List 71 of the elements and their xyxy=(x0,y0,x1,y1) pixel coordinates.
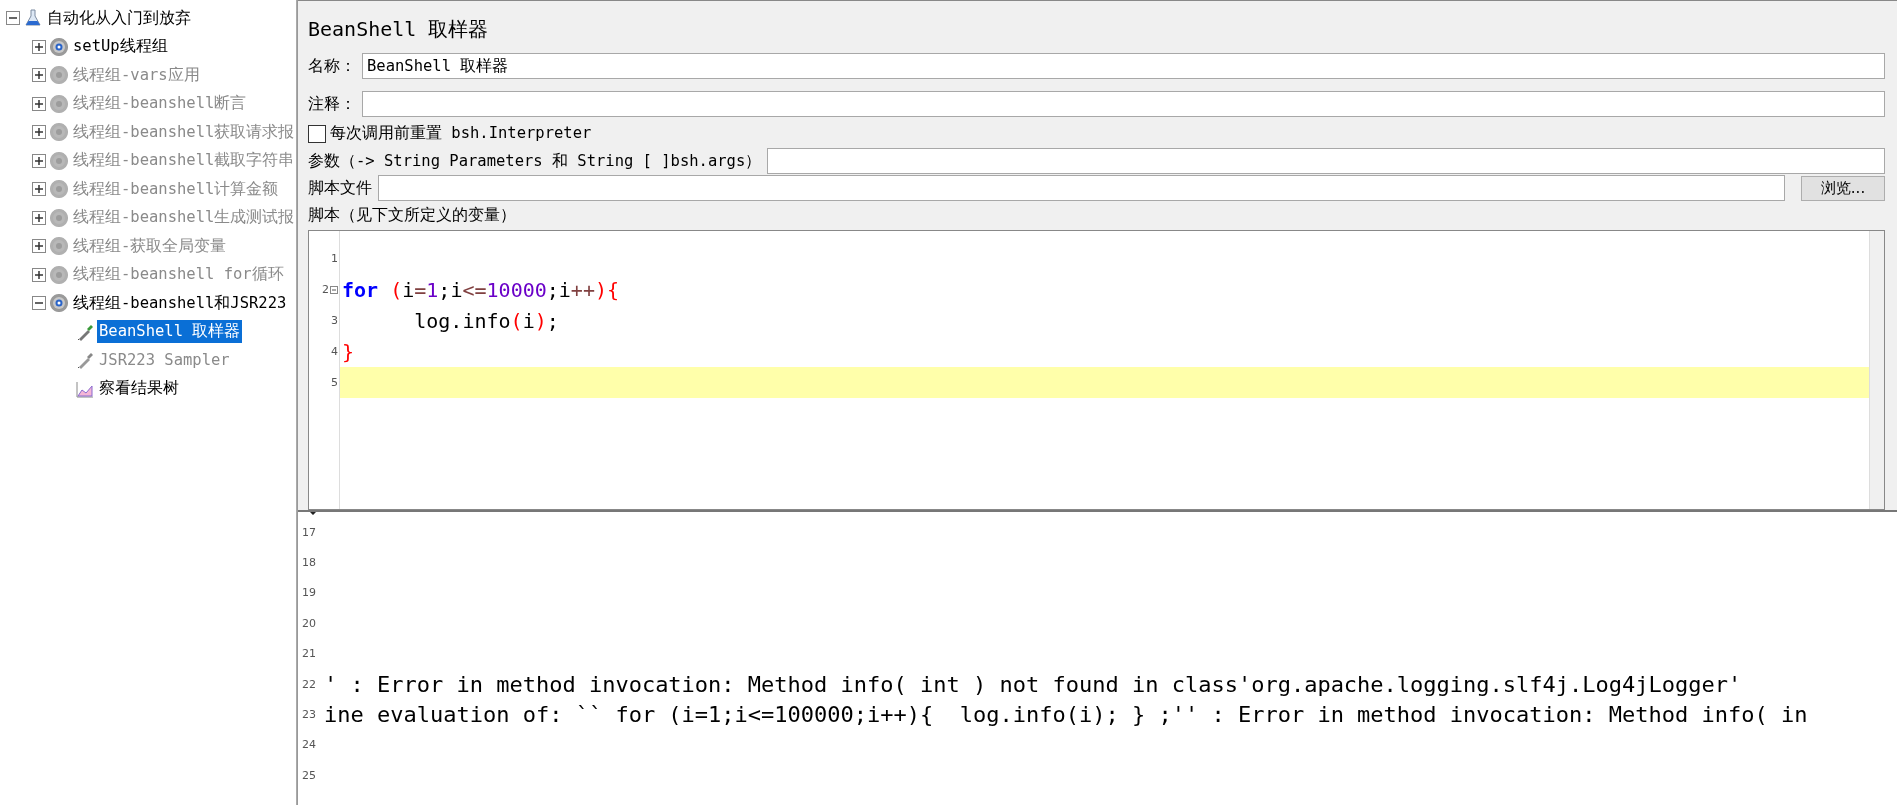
gear-icon xyxy=(50,37,68,56)
line-number: 23 xyxy=(301,708,317,722)
line-number: 5 xyxy=(331,376,338,389)
tree-item[interactable]: 线程组-beanshell for循环 xyxy=(71,263,286,287)
log-line: ' : Error in method invocation: Method info( int ) not found in class'org.apache.logging.slf4j.Log4jLogger' xyxy=(324,671,1742,697)
expand-icon[interactable] xyxy=(32,182,46,197)
code-line: log.info(i); xyxy=(413,308,559,333)
flask-icon xyxy=(24,9,42,28)
tree-item[interactable]: 察看结果树 xyxy=(97,377,181,401)
gear-icon xyxy=(50,208,68,227)
expand-icon[interactable] xyxy=(32,210,46,225)
gear-icon xyxy=(50,123,68,142)
line-number: 22 xyxy=(301,677,317,691)
gear-icon xyxy=(50,294,68,313)
expand-icon[interactable] xyxy=(32,96,46,111)
tree-item[interactable]: 线程组-vars应用 xyxy=(71,63,202,87)
collapse-icon[interactable] xyxy=(6,11,20,26)
gear-icon xyxy=(50,151,68,170)
chart-icon xyxy=(76,379,94,398)
gear-icon xyxy=(50,237,68,256)
line-number: 24 xyxy=(301,738,317,752)
comment-field[interactable] xyxy=(362,91,1885,117)
field-label: 注释： xyxy=(308,93,356,115)
tree-item[interactable]: JSR223 Sampler xyxy=(97,350,232,371)
section-label: 脚本（见下文所定义的变量） xyxy=(308,205,517,226)
gear-icon xyxy=(50,66,68,85)
gear-icon xyxy=(50,265,68,284)
line-number: 18 xyxy=(301,556,317,570)
name-field[interactable]: BeanShell 取样器 xyxy=(362,53,1885,79)
expand-icon[interactable] xyxy=(32,125,46,140)
line-number: 21 xyxy=(301,647,317,661)
fold-icon[interactable] xyxy=(330,285,338,294)
tree-item[interactable]: 线程组-beanshell获取请求报 xyxy=(71,120,296,144)
code-line: } xyxy=(342,339,355,364)
checkbox-label: 每次调用前重置 bsh.Interpreter xyxy=(330,123,592,144)
expand-icon[interactable] xyxy=(32,153,46,168)
code-line: for (i=1;i<=10000;i++){ xyxy=(342,277,620,302)
checkbox[interactable] xyxy=(308,124,326,143)
field-label: 脚本文件 xyxy=(308,177,372,199)
line-number: 3 xyxy=(331,314,338,327)
collapse-icon[interactable] xyxy=(32,296,46,311)
gear-icon xyxy=(50,94,68,113)
expand-icon[interactable] xyxy=(32,39,46,54)
tree-item[interactable]: BeanShell 取样器 xyxy=(97,320,243,344)
expand-icon[interactable] xyxy=(32,68,46,83)
tree-item[interactable]: 线程组-beanshell和JSR223 xyxy=(71,291,289,315)
panel-title: BeanShell 取样器 xyxy=(308,15,490,43)
tree-item[interactable]: 线程组-beanshell计算金额 xyxy=(71,177,281,201)
script-file-field[interactable] xyxy=(378,175,1785,201)
line-number: 20 xyxy=(301,616,317,630)
tree-item[interactable]: 自动化从入门到放弃 xyxy=(45,6,193,30)
tree-item[interactable]: 线程组-beanshell截取字符串 xyxy=(71,149,296,173)
parameters-field[interactable] xyxy=(767,148,1885,174)
scrollbar[interactable] xyxy=(1869,231,1884,509)
field-label: 参数（-> String Parameters 和 String [ ]bsh.args） xyxy=(308,150,762,172)
tree-item[interactable]: 线程组-beanshell断言 xyxy=(71,92,249,116)
browse-button[interactable]: 浏览... xyxy=(1801,175,1885,201)
line-number: 25 xyxy=(301,768,317,782)
line-number: 4 xyxy=(331,345,338,358)
line-number: 19 xyxy=(301,586,317,600)
tree-item[interactable]: 线程组-获取全局变量 xyxy=(71,234,229,258)
tree-item[interactable]: 线程组-beanshell生成测试报 xyxy=(71,206,296,230)
expand-icon[interactable] xyxy=(32,267,46,282)
line-number: 17 xyxy=(301,525,317,539)
tree-item[interactable]: setUp线程组 xyxy=(71,35,170,59)
log-line: ine evaluation of: `` for (i=1;i<=100000;i++){ log.info(i); } ;'' : Error in method invocation: Method info( in xyxy=(324,702,1808,728)
line-number: 1 xyxy=(331,252,338,265)
gear-icon xyxy=(50,180,68,199)
line-number: 2 xyxy=(322,283,329,296)
field-label: 名称： xyxy=(308,55,356,77)
expand-icon[interactable] xyxy=(32,239,46,254)
